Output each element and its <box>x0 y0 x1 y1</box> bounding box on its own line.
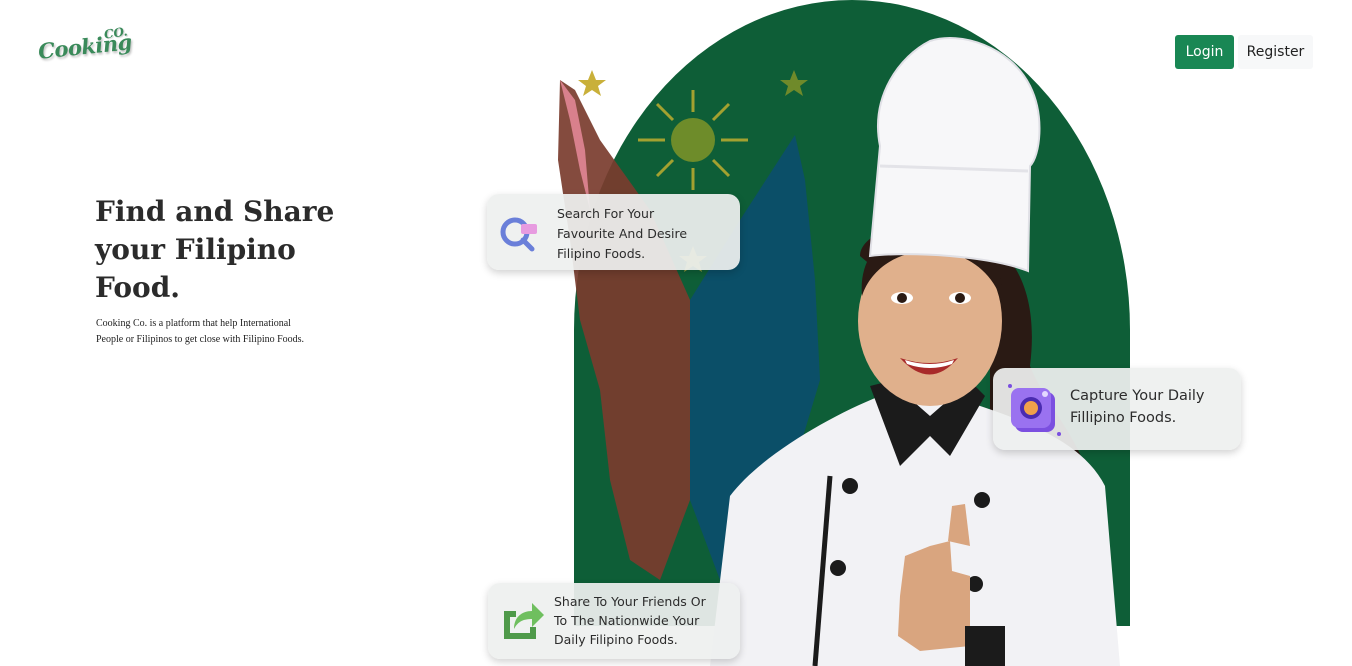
feature-text-line: Capture Your Daily <box>1070 388 1205 404</box>
camera-icon <box>1008 384 1061 436</box>
jacket-button-icon <box>842 478 858 494</box>
feature-text-line: To The Nationwide Your <box>554 613 700 628</box>
hero-subtitle: Cooking Co. is a platform that help Inte… <box>96 316 346 348</box>
star-icon <box>578 70 606 96</box>
chef-illustration <box>710 37 1120 666</box>
hero-subtitle-line: People or Filipinos to get close with Fi… <box>96 334 305 345</box>
magnifier-icon <box>500 217 537 252</box>
share-icon <box>504 603 544 639</box>
feature-text: Search For Your Favourite And Desire Fil… <box>557 204 687 264</box>
hero-title-line: Food. <box>95 271 181 304</box>
feature-card-capture: Capture Your Daily Fillipino Foods. <box>993 368 1241 450</box>
feature-card-search: Search For Your Favourite And Desire Fil… <box>487 194 740 270</box>
jacket-button-icon <box>974 492 990 508</box>
feature-text: Share To Your Friends Or To The Nationwi… <box>554 592 706 649</box>
login-button[interactable]: Login <box>1175 35 1234 69</box>
feature-text-line: Favourite And Desire <box>557 226 688 241</box>
feature-text-line: Fillipino Foods. <box>1070 410 1177 426</box>
hero-title-line: Find and Share <box>95 195 335 228</box>
hero-title: Find and Share your Filipino Food. <box>95 193 355 307</box>
hero-title-line: your Filipino <box>95 233 296 266</box>
feature-card-share: Share To Your Friends Or To The Nationwi… <box>488 583 740 659</box>
jacket-button-icon <box>830 560 846 576</box>
feature-text-line: Share To Your Friends Or <box>554 594 706 609</box>
feature-text: Capture Your Daily Fillipino Foods. <box>1070 385 1205 429</box>
feature-text-line: Search For Your <box>557 206 655 221</box>
chef-hat <box>868 37 1041 273</box>
feature-text-line: Filipino Foods. <box>557 246 646 261</box>
register-button[interactable]: Register <box>1238 35 1313 69</box>
feature-text-line: Daily Filipino Foods. <box>554 632 678 647</box>
hero-subtitle-line: Cooking Co. is a platform that help Inte… <box>96 318 291 329</box>
brand-logo[interactable]: Cooking CO. <box>36 24 136 70</box>
